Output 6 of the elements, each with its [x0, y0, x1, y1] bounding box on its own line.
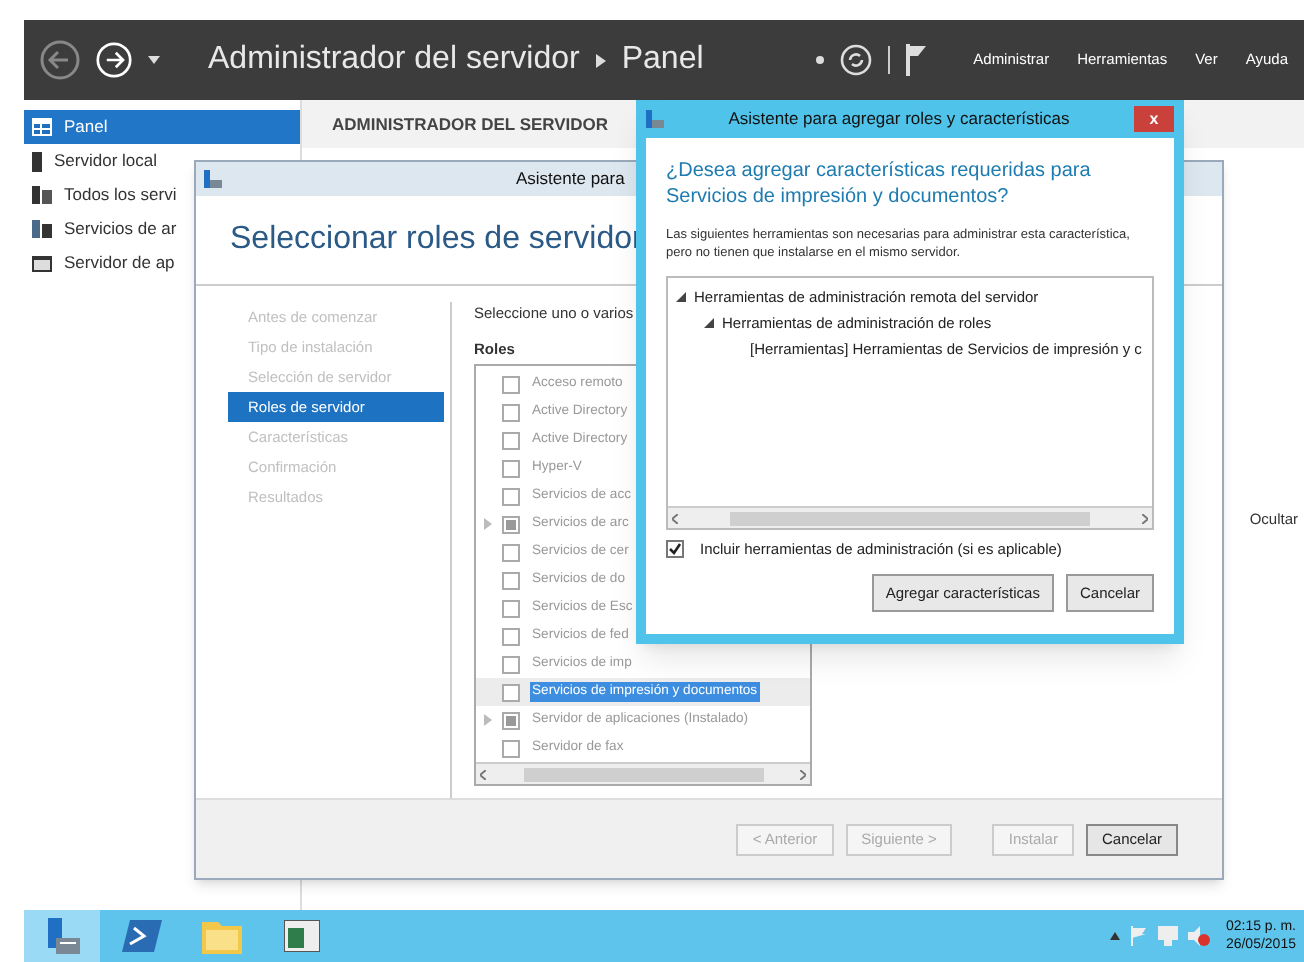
- section-header: ADMINISTRADOR DEL SERVIDOR: [332, 111, 609, 137]
- window-title: Asistente para: [516, 166, 625, 192]
- dialog-title: Asistente para agregar roles y características: [726, 106, 1072, 132]
- page-heading: Seleccionar roles de servidor: [230, 220, 643, 260]
- dialog-question: ¿Desea agregar características requeridas para Servicios de impresión y documentos?: [666, 158, 1093, 210]
- breadcrumb: Administrador del servidor: [208, 40, 580, 80]
